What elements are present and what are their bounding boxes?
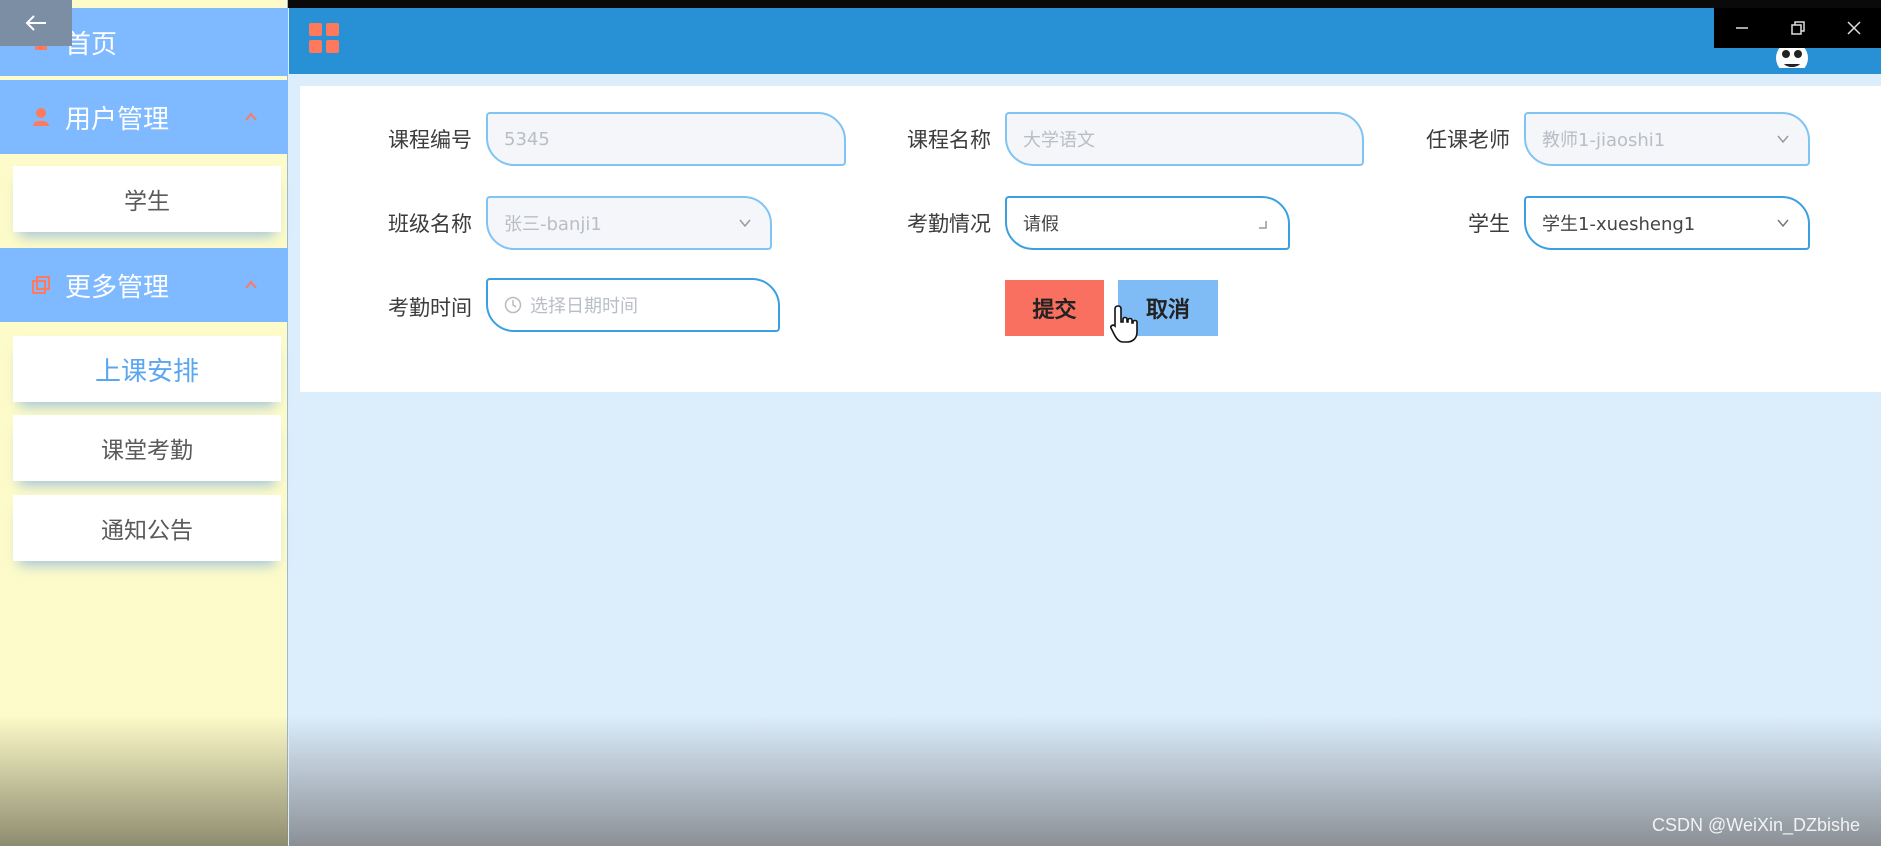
chevron-down-icon <box>1777 219 1789 228</box>
grid-menu-icon[interactable] <box>309 23 339 53</box>
class-name-value: 张三-banji1 <box>504 214 602 235</box>
course-no-label: 课程编号 <box>388 128 472 152</box>
student-label: 学生 <box>1468 212 1510 236</box>
sidebar-group-more-management[interactable]: 更多管理 <box>0 248 288 322</box>
sidebar-bottom-shade <box>0 715 288 846</box>
chevron-down-icon <box>739 219 751 228</box>
course-name-placeholder: 大学语文 <box>1023 130 1095 151</box>
student-select[interactable]: 学生1-xuesheng1 <box>1524 196 1810 250</box>
course-name-field[interactable]: 大学语文 <box>1005 112 1364 166</box>
submit-button[interactable]: 提交 <box>1005 280 1104 336</box>
sidebar-item-label: 上课安排 <box>94 356 199 387</box>
resize-handle-icon <box>1259 221 1267 229</box>
sidebar-item-student[interactable]: 学生 <box>13 166 281 232</box>
attendance-label: 考勤情况 <box>907 212 991 236</box>
chevron-up-icon <box>245 280 257 289</box>
window-controls <box>1714 8 1881 48</box>
attendance-time-picker[interactable]: 选择日期时间 <box>486 278 780 332</box>
sidebar-group-label: 更多管理 <box>65 272 170 303</box>
teacher-select[interactable]: 教师1-jiaoshi1 <box>1524 112 1810 166</box>
sidebar-group-user-management[interactable]: 用户管理 <box>0 80 288 154</box>
copy-icon <box>30 274 52 296</box>
teacher-label: 任课老师 <box>1426 128 1510 152</box>
course-no-field[interactable]: 5345 <box>486 112 846 166</box>
teacher-value: 教师1-jiaoshi1 <box>1542 130 1666 151</box>
course-name-label: 课程名称 <box>907 128 991 152</box>
top-header <box>289 8 1881 74</box>
sidebar-item-label: 学生 <box>124 189 170 215</box>
attendance-value: 请假 <box>1023 214 1059 235</box>
student-value: 学生1-xuesheng1 <box>1542 214 1696 235</box>
class-name-select[interactable]: 张三-banji1 <box>486 196 772 250</box>
back-button[interactable] <box>0 0 72 46</box>
attendance-input[interactable]: 请假 <box>1005 196 1290 250</box>
sidebar-item-notice[interactable]: 通知公告 <box>13 495 281 561</box>
attendance-time-label: 考勤时间 <box>388 296 472 320</box>
close-icon[interactable] <box>1826 8 1881 48</box>
class-name-label: 班级名称 <box>388 212 472 236</box>
sidebar-item-label: 首页 <box>65 29 118 60</box>
sidebar-item-class-schedule[interactable]: 上课安排 <box>13 336 281 402</box>
chevron-up-icon <box>245 112 257 121</box>
hand-cursor-icon <box>1110 305 1138 343</box>
watermark: CSDN @WeiXin_DZbishe <box>1652 815 1861 835</box>
minimize-icon[interactable] <box>1714 8 1770 48</box>
arrow-left-icon <box>25 15 46 31</box>
sidebar-group-label: 用户管理 <box>65 104 170 135</box>
chevron-down-icon <box>1777 135 1789 144</box>
sidebar-item-label: 课堂考勤 <box>101 438 193 464</box>
sidebar-item-attendance[interactable]: 课堂考勤 <box>13 415 281 481</box>
content-bottom-shade <box>289 715 1881 846</box>
course-no-value: 5345 <box>504 128 550 150</box>
restore-icon[interactable] <box>1770 8 1826 48</box>
user-icon <box>30 106 52 128</box>
clock-icon <box>504 296 522 314</box>
sidebar-item-label: 通知公告 <box>101 518 193 544</box>
attendance-time-placeholder: 选择日期时间 <box>530 296 638 317</box>
